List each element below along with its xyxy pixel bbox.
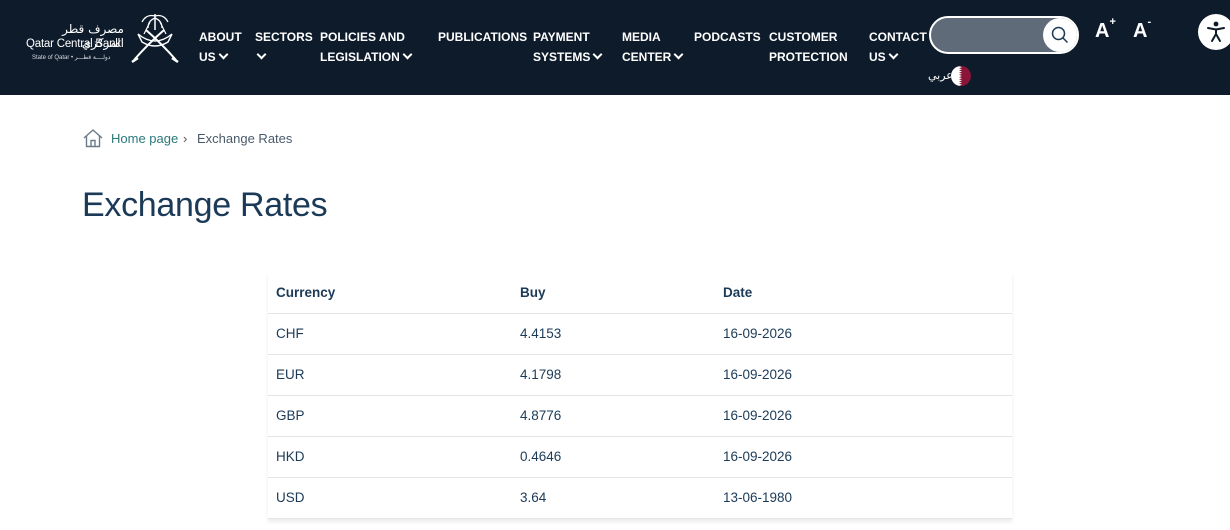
- nav-publications[interactable]: PUBLICATIONS: [438, 27, 527, 47]
- nav-label: CENTER: [622, 50, 672, 64]
- nav-payment-systems[interactable]: PAYMENT SYSTEMS: [533, 27, 603, 67]
- logo-subtitle: State of Qatar • دولــــة قطـــر: [32, 55, 111, 61]
- nav-podcasts[interactable]: PODCASTS: [694, 27, 761, 47]
- nav-label: CUSTOMER: [769, 30, 838, 44]
- nav-label: US: [869, 50, 886, 64]
- date-cell: 16-09-2026: [715, 436, 1012, 478]
- nav-contact-us[interactable]: CONTACT US: [869, 27, 927, 67]
- date-cell: 16-09-2026: [715, 313, 1012, 355]
- accessibility-icon: [1207, 21, 1225, 42]
- page-title: Exchange Rates: [82, 186, 328, 224]
- emblem-icon: [131, 14, 179, 64]
- nav-label: PUBLICATIONS: [438, 30, 528, 44]
- currency-cell: GBP: [268, 395, 512, 437]
- chevron-down-icon: [218, 49, 229, 60]
- search-button[interactable]: [1043, 18, 1077, 52]
- nav-label: LEGISLATION: [320, 50, 400, 64]
- nav-label: PROTECTION: [769, 50, 848, 64]
- buy-rate-cell: 4.8776: [512, 395, 715, 437]
- search-box: [929, 16, 1079, 54]
- buy-rate-cell: 4.1798: [512, 354, 715, 396]
- table-row: HKD 0.4646 16-09-2026: [268, 436, 1012, 478]
- font-increase-label: A: [1095, 20, 1110, 42]
- font-decrease-label: A: [1133, 20, 1148, 42]
- accessibility-button[interactable]: [1198, 14, 1230, 50]
- table-row: CHF 4.4153 16-09-2026: [268, 313, 1012, 355]
- currency-cell: HKD: [268, 436, 512, 478]
- font-decrease-button[interactable]: A-: [1133, 16, 1151, 43]
- nav-about-us[interactable]: ABOUT US: [199, 27, 242, 67]
- site-header: مصرف قطر المركزي Qatar Central Bank Stat…: [0, 0, 1230, 95]
- nav-customer-protection[interactable]: CUSTOMER PROTECTION: [769, 27, 848, 67]
- buy-rate-cell: 3.64: [512, 477, 715, 519]
- table-row: EUR 4.1798 16-09-2026: [268, 354, 1012, 396]
- table-row: USD 3.64 13-06-1980: [268, 477, 1012, 519]
- currency-cell: EUR: [268, 354, 512, 396]
- search-input[interactable]: [943, 26, 1039, 44]
- font-increase-sign: +: [1109, 16, 1116, 29]
- logo-english-name: Qatar Central Bank: [26, 38, 121, 50]
- date-cell: 13-06-1980: [715, 477, 1012, 519]
- font-decrease-sign: -: [1147, 16, 1152, 29]
- date-cell: 16-09-2026: [715, 395, 1012, 437]
- nav-label: MEDIA: [622, 30, 661, 44]
- language-label: عربي: [928, 69, 953, 82]
- column-header-date: Date: [715, 272, 1012, 314]
- nav-sectors[interactable]: SECTORS: [255, 27, 313, 67]
- nav-label: SECTORS: [255, 30, 313, 44]
- buy-rate-cell: 4.4153: [512, 313, 715, 355]
- chevron-down-icon: [888, 49, 899, 60]
- column-header-buy: Buy: [512, 272, 715, 314]
- currency-cell: CHF: [268, 313, 512, 355]
- nav-policies-legislation[interactable]: POLICIES AND LEGISLATION: [320, 27, 413, 67]
- nav-label: ABOUT: [199, 30, 242, 44]
- nav-label: US: [199, 50, 216, 64]
- breadcrumb-home-link[interactable]: Home page: [111, 131, 178, 146]
- breadcrumb-current: Exchange Rates: [197, 131, 293, 146]
- column-header-currency: Currency: [268, 272, 512, 314]
- chevron-down-icon: [673, 49, 684, 60]
- search-icon: [1051, 26, 1069, 44]
- table-header-row: Currency Buy Date: [268, 272, 1012, 314]
- currency-cell: USD: [268, 477, 512, 519]
- font-increase-button[interactable]: A+: [1095, 16, 1116, 43]
- nav-label: PAYMENT: [533, 30, 590, 44]
- nav-label: CONTACT: [869, 30, 927, 44]
- chevron-down-icon: [256, 49, 267, 60]
- chevron-down-icon: [592, 49, 603, 60]
- buy-rate-cell: 0.4646: [512, 436, 715, 478]
- exchange-rates-table: Currency Buy Date CHF 4.4153 16-09-2026 …: [268, 272, 1012, 519]
- qcb-logo[interactable]: مصرف قطر المركزي Qatar Central Bank Stat…: [22, 8, 182, 68]
- chevron-down-icon: [402, 49, 413, 60]
- nav-label: POLICIES AND: [320, 30, 405, 44]
- home-icon[interactable]: [82, 128, 104, 151]
- date-cell: 16-09-2026: [715, 354, 1012, 396]
- qatar-flag-icon: [951, 66, 971, 86]
- nav-label: SYSTEMS: [533, 50, 591, 64]
- breadcrumb-separator: ›: [183, 131, 188, 146]
- nav-media-center[interactable]: MEDIA CENTER: [622, 27, 684, 67]
- nav-label: PODCASTS: [694, 30, 761, 44]
- table-row: GBP 4.8776 16-09-2026: [268, 395, 1012, 437]
